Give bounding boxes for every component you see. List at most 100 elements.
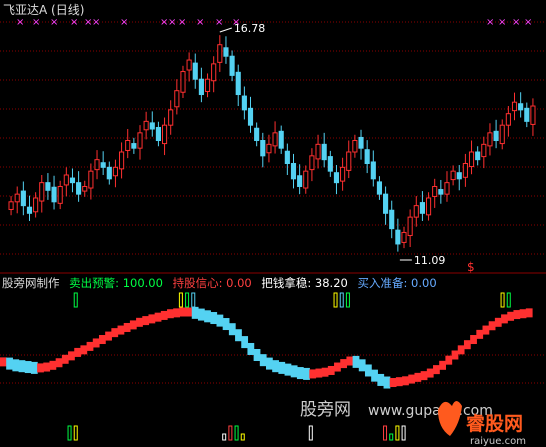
ribbon-segment xyxy=(216,314,224,327)
candle-body xyxy=(444,182,450,195)
candle-body xyxy=(57,185,63,204)
stock-title: 飞亚达A xyxy=(3,3,48,17)
bottom-signal-bar xyxy=(67,425,72,441)
ribbon-segment xyxy=(315,368,323,378)
ribbon-segment xyxy=(0,357,7,367)
candle-body xyxy=(284,150,290,164)
ribbon-segment xyxy=(24,361,32,374)
ribbon-segment xyxy=(179,307,187,317)
candlestick-series xyxy=(8,35,536,252)
bottom-signal-bar xyxy=(389,433,394,441)
ribbon-segment xyxy=(117,325,125,335)
signal-marker: × xyxy=(178,17,186,28)
ribbon-segment xyxy=(501,314,508,324)
ribbon-segment xyxy=(272,360,279,373)
ribbon-segment xyxy=(173,308,180,318)
candle-body xyxy=(389,209,395,230)
bottom-signal-bar xyxy=(383,425,388,441)
ribbon-segment xyxy=(167,309,174,319)
signal-marker: × xyxy=(92,17,100,28)
candle-body xyxy=(321,143,327,161)
buy-mark-bar xyxy=(191,292,196,308)
ribbon-segment xyxy=(463,340,471,350)
ribbon-segment xyxy=(222,318,230,331)
bottom-signal-bar xyxy=(308,425,313,441)
candle-body xyxy=(315,143,321,160)
ribbon-segment xyxy=(6,357,13,370)
candle-body xyxy=(76,182,82,195)
ribbon-segment xyxy=(278,361,286,374)
signal-marker: × xyxy=(196,17,204,28)
buy-mark-bar xyxy=(73,292,78,308)
bottom-signal-bars xyxy=(67,425,406,441)
candle-body xyxy=(161,124,168,145)
candle-body xyxy=(475,151,481,161)
candle-body xyxy=(217,44,223,63)
ribbon-segment xyxy=(395,377,403,387)
candle-body xyxy=(468,151,475,168)
ribbon-segment xyxy=(389,378,397,388)
candle-body xyxy=(383,193,389,214)
ribbon-segment xyxy=(105,331,112,341)
candle-body xyxy=(82,185,88,192)
candle-body xyxy=(112,166,119,177)
logo-url: raiyue.com xyxy=(470,436,526,447)
candle-body xyxy=(333,172,340,184)
stock-chart-window: × × × × × × × × × × × × × × × × × 16.78 11.09 $ 飞亚达A (日线… xyxy=(0,0,546,447)
chart-canvas: × × × × × × × × × × × × × × × × × 16.78 11.09 $ 飞亚达A (日线… xyxy=(0,3,546,447)
candle-body xyxy=(94,159,100,171)
indicator-ribbon xyxy=(0,306,533,389)
ribbon-segment xyxy=(290,365,298,378)
ribbon-segment xyxy=(43,362,51,372)
ribbon-segment xyxy=(408,374,416,384)
grid-lines xyxy=(0,21,546,384)
candle-body xyxy=(39,182,45,202)
candle-body xyxy=(229,55,235,76)
candle-body xyxy=(192,62,198,80)
candle-body xyxy=(247,107,254,126)
candle-body xyxy=(26,206,33,214)
ribbon-segment xyxy=(414,372,422,382)
ribbon-segment xyxy=(266,357,273,370)
ribbon-segment xyxy=(123,322,131,332)
buy-mark-bars xyxy=(73,292,511,308)
candle-body xyxy=(137,132,143,149)
candle-body xyxy=(180,71,186,93)
ribbon-segment xyxy=(494,317,502,327)
candle-body xyxy=(303,170,309,189)
candle-body xyxy=(14,193,20,203)
metric-sell-value: 100.00 xyxy=(123,276,163,290)
candle-body xyxy=(204,78,211,92)
bottom-signal-bar xyxy=(73,425,78,441)
candle-body xyxy=(376,181,383,195)
title-row: 飞亚达A (日线) xyxy=(3,3,84,17)
candle-body xyxy=(119,151,125,170)
candle-body xyxy=(88,170,94,189)
signal-marker: × xyxy=(120,17,128,28)
ribbon-segment xyxy=(513,310,521,320)
candle-body xyxy=(438,189,444,195)
candle-body xyxy=(8,201,14,210)
ribbon-segment xyxy=(80,345,88,355)
buy-mark-bar xyxy=(178,292,183,308)
ribbon-segment xyxy=(55,358,63,368)
ribbon-segment xyxy=(129,320,137,330)
ribbon-segment xyxy=(253,349,261,361)
ribbon-segment xyxy=(111,328,119,338)
ribbon-segment xyxy=(488,321,496,331)
ribbon-segment xyxy=(74,347,82,357)
ribbon-segment xyxy=(402,376,409,386)
ribbon-segment xyxy=(364,364,372,377)
candle-body xyxy=(505,113,511,126)
bottom-signal-bar xyxy=(228,425,233,441)
candle-body xyxy=(395,229,401,245)
candle-body xyxy=(174,90,180,108)
signal-marker: × xyxy=(70,17,78,28)
candle-body xyxy=(401,231,407,243)
candle-body xyxy=(290,162,297,180)
ribbon-segment xyxy=(340,359,348,369)
signal-marker: × xyxy=(215,17,223,28)
indicator-name: 股旁网制作 xyxy=(2,276,60,290)
ribbon-segment xyxy=(445,355,453,365)
ribbon-segment xyxy=(470,335,477,345)
